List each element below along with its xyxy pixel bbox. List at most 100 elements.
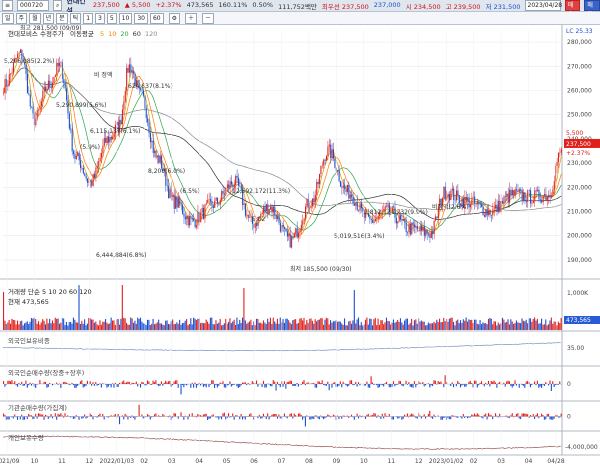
foreign-net-bar xyxy=(443,384,445,388)
institution-net-bar xyxy=(239,416,241,420)
volume-bar xyxy=(18,324,20,330)
volume-bar xyxy=(402,324,404,330)
volume-bar xyxy=(132,322,135,330)
foreign-net-bar xyxy=(402,384,404,387)
foreign-net-bar xyxy=(311,383,313,384)
foreign-net-bar xyxy=(348,384,350,386)
candle-body xyxy=(268,209,270,214)
institution-net-bar xyxy=(425,416,427,419)
volume-bar xyxy=(423,321,425,330)
candle-body xyxy=(254,223,256,228)
period-button[interactable]: 년 xyxy=(42,12,55,24)
period-button[interactable]: 분 xyxy=(56,12,68,24)
foreign-net-bar xyxy=(324,384,326,386)
candle-body xyxy=(256,223,258,226)
institution-net-bar xyxy=(124,413,126,417)
menu-icon[interactable]: ≡ xyxy=(2,0,14,11)
candle-body xyxy=(405,222,407,232)
period-button[interactable]: 주 xyxy=(15,12,28,24)
candle-body xyxy=(78,152,80,161)
volume-bar xyxy=(328,324,330,330)
foreign-net-bar xyxy=(286,381,288,384)
foreign-net-bar xyxy=(427,383,429,384)
volume-bar xyxy=(279,317,281,330)
foreign-net-bar xyxy=(274,381,276,384)
institution-net-bar xyxy=(327,414,329,417)
institution-net-bar xyxy=(265,416,267,419)
chart-canvas[interactable]: 280,000270,000260,000250,000240,000230,0… xyxy=(0,25,600,467)
volume-bar xyxy=(219,318,221,330)
time-axis-label: 12 xyxy=(415,458,423,465)
period-button[interactable]: 1 xyxy=(83,12,94,24)
volume-bar xyxy=(204,323,206,330)
foreign-net-bar xyxy=(345,384,347,386)
candle-body xyxy=(492,209,494,216)
candle-body xyxy=(503,196,505,204)
period-button[interactable]: 30 xyxy=(134,12,148,24)
candle-body xyxy=(453,188,455,200)
period-button[interactable]: 틱 xyxy=(69,12,82,24)
volume-bar xyxy=(215,320,217,330)
candle-body xyxy=(187,216,189,226)
foreign-net-bar xyxy=(233,384,235,385)
institution-net-bar xyxy=(208,416,210,419)
zoom-out-icon[interactable]: － xyxy=(202,12,215,24)
institution-net-bar xyxy=(461,416,463,419)
volume-bar xyxy=(324,319,326,330)
institution-net-bar xyxy=(169,415,171,417)
institution-net-bar xyxy=(162,413,164,417)
volume-bar xyxy=(21,320,23,330)
volume-bar xyxy=(28,324,30,330)
candle-body xyxy=(513,190,515,196)
foreign-net-bar xyxy=(229,381,231,384)
foreign-net-bar xyxy=(369,384,371,388)
institution-net-bar xyxy=(174,413,176,417)
candle-body xyxy=(546,197,548,200)
candle-body xyxy=(344,185,346,190)
time-axis-label: 10 xyxy=(360,458,368,465)
volume-bar xyxy=(406,318,408,330)
price-axis-label: 280,000 xyxy=(567,39,592,46)
period-button[interactable]: 3 xyxy=(95,12,105,24)
period-button[interactable]: 60 xyxy=(149,12,164,24)
volume-bar xyxy=(269,317,272,330)
date-input[interactable]: 2023/04/28 xyxy=(524,0,562,11)
institution-net-bar xyxy=(517,413,519,417)
institution-net-bar xyxy=(371,415,374,417)
buy-button[interactable]: 매수 xyxy=(564,0,581,18)
chart-area[interactable]: 280,000270,000260,000250,000240,000230,0… xyxy=(0,25,600,467)
candle-body xyxy=(457,190,459,196)
symbol-code-input[interactable]: 000720 xyxy=(17,0,50,11)
volume-bar xyxy=(300,318,302,330)
foreign-net-bar xyxy=(457,380,459,384)
institution-net-bar xyxy=(409,414,411,417)
foreign-net-bar xyxy=(450,384,452,387)
sell-button[interactable]: 매도 xyxy=(584,0,600,18)
institution-net-bar xyxy=(148,415,150,417)
zoom-in-icon[interactable]: ＋ xyxy=(184,12,197,24)
period-button[interactable]: 일 xyxy=(2,12,14,24)
institution-net-bar xyxy=(37,413,40,417)
institution-net-bar xyxy=(376,416,378,418)
volume-bar xyxy=(355,323,357,330)
foreign-net-bar xyxy=(289,380,291,384)
volume-bar xyxy=(485,323,487,330)
volume-bar xyxy=(413,320,415,330)
volume-bar xyxy=(469,320,471,330)
quote-values: 237,500 ▲ 5,500 +2.37% 473,565 160.11% 0.50% 1… xyxy=(93,1,521,11)
period-button[interactable]: 월 xyxy=(29,12,41,24)
volume-bar xyxy=(360,322,362,330)
period-button[interactable]: 5 xyxy=(106,12,117,24)
volume-bar xyxy=(514,322,516,330)
period-button[interactable]: 10 xyxy=(118,12,133,24)
foreign-net-bar xyxy=(455,384,457,387)
volume-bar xyxy=(260,322,262,330)
institution-net-bar xyxy=(457,416,459,418)
foreign-net-bar xyxy=(227,384,230,385)
foreign-net-bar xyxy=(102,383,104,384)
search-icon[interactable]: ⌕ xyxy=(53,0,63,11)
candle-body xyxy=(306,199,308,207)
institution-net-bar xyxy=(35,413,37,417)
volume-bar xyxy=(391,322,393,330)
settings-gear-icon[interactable]: ⚙ xyxy=(168,12,180,24)
